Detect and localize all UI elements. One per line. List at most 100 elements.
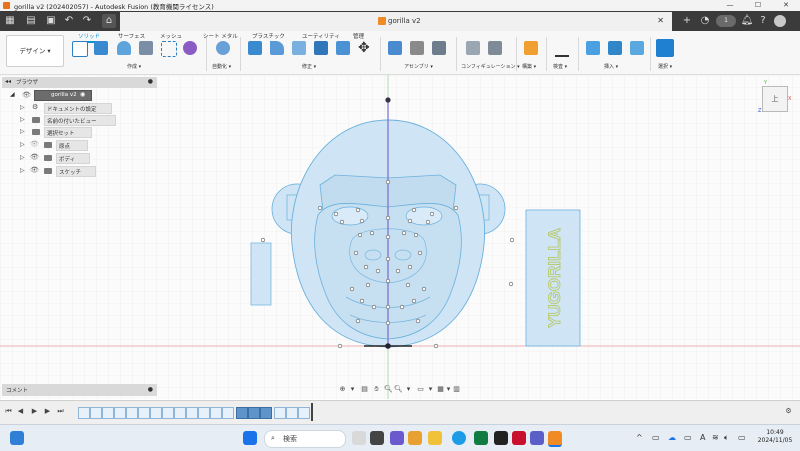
- extrude-icon[interactable]: [94, 41, 108, 55]
- job-status-icon[interactable]: ◔: [698, 14, 712, 28]
- group-configure[interactable]: コンフィギュレーション ▾: [461, 63, 520, 70]
- timeline-sketch-feature[interactable]: [222, 407, 234, 419]
- orbit-icon[interactable]: ⊕: [338, 385, 347, 394]
- timeline-back-button[interactable]: ◀: [16, 407, 25, 416]
- ime-indicator[interactable]: A: [700, 433, 705, 442]
- text-plate-label[interactable]: YUGORILLA: [545, 227, 565, 328]
- browser-panel-header[interactable]: ◂◂ ブラウザ ●: [2, 77, 157, 88]
- volume-icon[interactable]: 🔈︎: [724, 433, 729, 443]
- edge-icon[interactable]: [452, 431, 466, 445]
- group-automate[interactable]: 自動化 ▾: [212, 63, 231, 70]
- tab-utilities[interactable]: ユーティリティ: [302, 32, 340, 40]
- maximize-button[interactable]: ☐: [744, 0, 772, 11]
- wifi-icon[interactable]: ≋: [712, 433, 719, 442]
- pan-icon[interactable]: ✋︎: [372, 385, 381, 394]
- mcafee-icon[interactable]: [512, 431, 526, 445]
- timeline-sketch-feature[interactable]: [174, 407, 186, 419]
- timeline-sketch-feature[interactable]: [186, 407, 198, 419]
- joint-icon[interactable]: [410, 41, 424, 55]
- group-create[interactable]: 作成 ▾: [127, 63, 141, 70]
- pattern-icon[interactable]: [161, 41, 177, 57]
- select-icon[interactable]: [656, 39, 674, 57]
- display-settings-icon[interactable]: ▭: [416, 385, 425, 394]
- file-menu-icon[interactable]: ▤: [24, 14, 38, 28]
- tab-surface[interactable]: サーフェス: [118, 32, 145, 40]
- widgets-icon[interactable]: [10, 431, 24, 445]
- shell-icon[interactable]: [314, 41, 328, 55]
- configure-icon[interactable]: [466, 41, 480, 55]
- look-at-icon[interactable]: ▤: [360, 385, 369, 394]
- copilot-app-icon[interactable]: [352, 431, 366, 445]
- offset-plane-icon[interactable]: [524, 41, 538, 55]
- orbit-menu-icon[interactable]: ▾: [348, 385, 357, 394]
- redo-icon[interactable]: ↷: [80, 14, 94, 28]
- automate-icon[interactable]: [216, 41, 230, 55]
- timeline-sketch-feature[interactable]: [150, 407, 162, 419]
- expand-icon[interactable]: ▷: [20, 128, 25, 135]
- notifications-icon[interactable]: 🔔︎: [740, 14, 754, 28]
- group-construct[interactable]: 構築 ▾: [522, 63, 536, 70]
- eye-icon[interactable]: 👁︎: [30, 153, 39, 161]
- hole-icon[interactable]: [139, 41, 153, 55]
- viewcube[interactable]: 上: [762, 86, 788, 112]
- system-clock[interactable]: 10:49 2024/11/05: [752, 429, 798, 445]
- eye-icon[interactable]: 👁︎: [30, 166, 39, 174]
- fit-icon[interactable]: 🔍︎: [394, 385, 403, 394]
- tray-app-icon[interactable]: ▭: [652, 433, 660, 442]
- create-sketch-icon[interactable]: [72, 41, 88, 57]
- new-tab-icon[interactable]: +: [680, 14, 694, 28]
- timeline-extrude-feature[interactable]: [236, 407, 248, 419]
- store-icon[interactable]: [494, 431, 508, 445]
- expand-icon[interactable]: ▷: [20, 167, 25, 174]
- task-view-icon[interactable]: [370, 431, 384, 445]
- design-canvas[interactable]: YUGORILLA: [0, 75, 800, 399]
- timeline-sketch-feature[interactable]: [114, 407, 126, 419]
- group-assemble[interactable]: アセンブリ ▾: [404, 63, 433, 70]
- tab-plastic[interactable]: プラスチック: [252, 32, 285, 40]
- start-menu-icon[interactable]: [243, 431, 257, 445]
- new-component-icon[interactable]: [388, 41, 402, 55]
- configuration-table-icon[interactable]: [488, 41, 502, 55]
- save-icon[interactable]: ▣: [44, 14, 58, 28]
- tray-overflow-icon[interactable]: ^: [636, 433, 643, 442]
- form-icon[interactable]: [183, 41, 197, 55]
- timeline-sketch-feature[interactable]: [138, 407, 150, 419]
- copilot-icon[interactable]: [408, 431, 422, 445]
- group-modify[interactable]: 修正 ▾: [302, 63, 316, 70]
- taskbar-search-box[interactable]: ⌕ 検索: [264, 430, 346, 448]
- collapse-panel-icon[interactable]: ◂◂: [5, 78, 11, 85]
- file-explorer-icon[interactable]: [428, 431, 442, 445]
- timeline-sketch-feature[interactable]: [298, 407, 310, 419]
- timeline-sketch-feature[interactable]: [286, 407, 298, 419]
- insert-mesh-icon[interactable]: [608, 41, 622, 55]
- timeline-start-button[interactable]: ⏮: [4, 407, 13, 416]
- app-grid-icon[interactable]: ▦: [3, 14, 17, 28]
- zoom-icon[interactable]: 🔍︎: [384, 385, 393, 394]
- browser-pin-icon[interactable]: ●: [148, 78, 153, 85]
- timeline-sketch-feature[interactable]: [162, 407, 174, 419]
- timeline-extrude-feature[interactable]: [248, 407, 260, 419]
- expand-root-icon[interactable]: ◢: [10, 91, 15, 98]
- canvas-svg[interactable]: YUGORILLA: [0, 75, 800, 399]
- comments-pin-icon[interactable]: ●: [148, 386, 153, 393]
- insert-derive-icon[interactable]: [586, 41, 600, 55]
- comments-panel[interactable]: コメント ●: [2, 384, 157, 396]
- tray-app-icon[interactable]: ▭: [684, 433, 692, 442]
- home-icon[interactable]: ⌂: [102, 14, 116, 28]
- expand-icon[interactable]: ▷: [20, 104, 25, 111]
- eye-icon[interactable]: 👁︎: [22, 91, 31, 99]
- timeline-marker[interactable]: [311, 403, 313, 421]
- timeline-forward-button[interactable]: ▶: [43, 407, 52, 416]
- zoom-menu-icon[interactable]: ▾: [404, 385, 413, 394]
- timeline-end-button[interactable]: ⏭: [56, 407, 65, 416]
- eye-hidden-icon[interactable]: 👁︎: [30, 140, 39, 148]
- timeline-sketch-feature[interactable]: [274, 407, 286, 419]
- viewports-icon[interactable]: ▥: [452, 385, 461, 394]
- as-built-joint-icon[interactable]: [432, 41, 446, 55]
- group-select[interactable]: 選択 ▾: [658, 63, 672, 70]
- combine-icon[interactable]: [336, 41, 350, 55]
- expand-icon[interactable]: ▷: [20, 116, 25, 123]
- close-window-button[interactable]: ✕: [772, 0, 800, 11]
- active-radio-icon[interactable]: ◉: [80, 91, 85, 98]
- user-avatar[interactable]: [774, 15, 786, 27]
